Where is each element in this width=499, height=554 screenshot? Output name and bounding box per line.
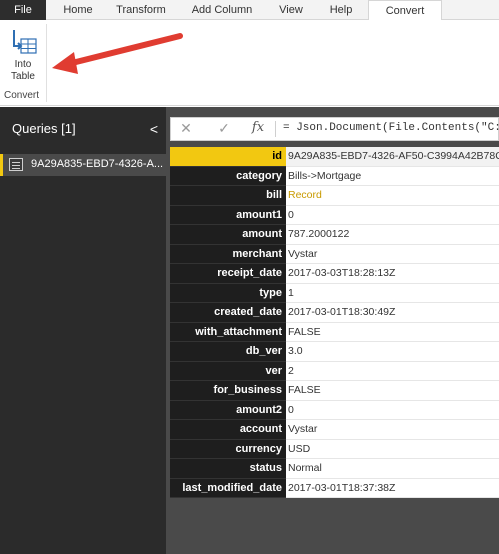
group-divider [46,24,47,102]
queries-pane: Queries [1] < 9A29A835-EBD7-4326-A... [0,107,166,554]
record-field-name[interactable]: with_attachment [170,322,286,342]
tab-add-column[interactable]: Add Column [186,0,258,20]
record-field-value: 0 [286,205,499,225]
record-field-name[interactable]: amount1 [170,205,286,225]
record-field-value: 2 [286,361,499,381]
record-row[interactable]: category Bills->Mortgage [170,166,499,186]
record-row[interactable]: account Vystar [170,420,499,440]
record-field-value: Normal [286,459,499,479]
cancel-formula-icon[interactable]: ✕ [175,120,197,137]
record-field-value: 2017-03-01T18:30:49Z [286,303,499,323]
record-row[interactable]: id 9A29A835-EBD7-4326-AF50-C3994A42B78C [170,147,499,167]
record-row[interactable]: bill Record [170,186,499,206]
record-row[interactable]: with_attachment FALSE [170,322,499,342]
queries-header: Queries [1] < [0,107,166,151]
record-row[interactable]: status Normal [170,459,499,479]
formula-text[interactable]: = Json.Document(File.Contents("C:\U [283,122,499,134]
record-field-name[interactable]: account [170,420,286,440]
record-field-name[interactable]: amount2 [170,400,286,420]
into-table-label-line2: Table [11,71,35,82]
record-field-name[interactable]: id [170,147,286,167]
table-query-icon [9,158,23,171]
record-field-value: USD [286,439,499,459]
into-table-label-line1: Into [14,59,32,70]
ribbon-tab-bar: File Home Transform Add Column View Help… [0,0,499,21]
record-field-value: 3.0 [286,342,499,362]
record-field-name[interactable]: type [170,283,286,303]
record-field-value: Bills->Mortgage [286,166,499,186]
record-field-name[interactable]: amount [170,225,286,245]
record-field-value: 787.2000122 [286,225,499,245]
formula-divider [275,121,276,137]
record-field-name[interactable]: db_ver [170,342,286,362]
formula-bar: ✕ ✓ fx = Json.Document(File.Contents("C:… [170,117,499,141]
into-table-icon [13,30,37,54]
record-row[interactable]: merchant Vystar [170,244,499,264]
record-field-value: FALSE [286,381,499,401]
record-field-value: Vystar [286,244,499,264]
convert-group-label: Convert [4,90,40,101]
record-field-name[interactable]: last_modified_date [170,478,286,498]
record-row[interactable]: type 1 [170,283,499,303]
record-field-name[interactable]: ver [170,361,286,381]
record-field-name[interactable]: receipt_date [170,264,286,284]
queries-title: Queries [1] [12,121,76,136]
record-field-value: 2017-03-03T18:28:13Z [286,264,499,284]
tab-home[interactable]: Home [58,0,98,20]
record-row[interactable]: created_date 2017-03-01T18:30:49Z [170,303,499,323]
tab-file[interactable]: File [0,0,46,20]
record-field-name[interactable]: bill [170,186,286,206]
query-list-item[interactable]: 9A29A835-EBD7-4326-A... [0,154,166,176]
collapse-chevron-icon[interactable]: < [150,121,158,137]
tab-transform[interactable]: Transform [112,0,170,20]
record-link[interactable]: Record [286,186,499,206]
record-row[interactable]: amount1 0 [170,205,499,225]
record-field-value: 1 [286,283,499,303]
record-field-value: Vystar [286,420,499,440]
record-row[interactable]: for_business FALSE [170,381,499,401]
record-field-value: 0 [286,400,499,420]
query-item-label: 9A29A835-EBD7-4326-A... [31,158,164,170]
into-table-button[interactable]: Into Table [4,26,42,84]
record-row[interactable]: last_modified_date 2017-03-01T18:37:38Z [170,478,499,498]
ribbon: Into Table Convert [0,20,499,106]
record-field-name[interactable]: created_date [170,303,286,323]
record-field-value: 2017-03-01T18:37:38Z [286,478,499,498]
red-arrow-icon [52,33,183,74]
record-field-name[interactable]: category [170,166,286,186]
tab-help[interactable]: Help [324,0,358,20]
record-row[interactable]: ver 2 [170,361,499,381]
record-row[interactable]: currency USD [170,439,499,459]
record-table: id 9A29A835-EBD7-4326-AF50-C3994A42B78C ca… [170,147,499,498]
tab-view[interactable]: View [274,0,308,20]
record-field-name[interactable]: for_business [170,381,286,401]
commit-formula-icon[interactable]: ✓ [213,120,235,137]
preview-area: ✕ ✓ fx = Json.Document(File.Contents("C:… [166,107,499,554]
record-row[interactable]: amount 787.2000122 [170,225,499,245]
record-field-value: 9A29A835-EBD7-4326-AF50-C3994A42B78C [286,147,499,167]
record-row[interactable]: receipt_date 2017-03-03T18:28:13Z [170,264,499,284]
tab-convert[interactable]: Convert [368,0,442,21]
record-field-name[interactable]: merchant [170,244,286,264]
record-field-name[interactable]: status [170,459,286,479]
record-row[interactable]: db_ver 3.0 [170,342,499,362]
record-row[interactable]: amount2 0 [170,400,499,420]
record-field-name[interactable]: currency [170,439,286,459]
record-field-value: FALSE [286,322,499,342]
fx-icon[interactable]: fx [247,120,269,135]
